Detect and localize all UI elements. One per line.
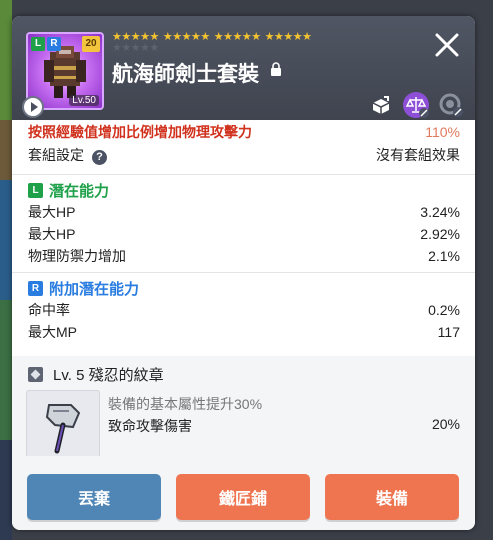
stat-value: 沒有套組效果	[376, 147, 460, 163]
star-icon: ★	[181, 31, 192, 43]
axe-icon	[45, 404, 81, 454]
stat-label: 套組設定	[28, 147, 84, 163]
star-icon: ★	[264, 31, 275, 43]
star-icon: ★	[274, 31, 284, 43]
item-tooltip-panel: L R 20 Lv.50 ★★★★★ ★★★★★ ★★★★★ ★★★★★ ★★★★★ 航…	[12, 16, 475, 530]
stat-value: 2.1%	[428, 248, 460, 264]
upgrade-level-badge: 20	[82, 36, 100, 52]
divider	[12, 174, 475, 175]
emblem-section: Lv. 5 殘忍的紋章 裝備的基本屬性提升30% 致命攻擊傷害 20%	[12, 356, 475, 462]
star-icon: ★	[191, 31, 201, 43]
emblem-image	[26, 390, 100, 462]
stat-label: 致命攻擊傷害	[108, 418, 192, 434]
item-header: L R 20 Lv.50 ★★★★★ ★★★★★ ★★★★★ ★★★★★ ★★★★★ 航…	[12, 16, 475, 120]
stat-value: 117	[437, 324, 460, 340]
stat-value: 110%	[425, 124, 460, 140]
star-icon: ★	[200, 31, 210, 43]
star-icon: ★	[140, 42, 150, 54]
potential-section-title: L 潛在能力	[28, 180, 109, 201]
stat-label: 按照經驗值增加比例增加物理攻擊力	[28, 124, 252, 140]
help-icon[interactable]: ?	[92, 150, 107, 165]
section-title-text: 附加潛在能力	[49, 281, 140, 298]
exp-attack-row: 按照經驗值增加比例增加物理攻擊力 110%	[28, 122, 460, 142]
set-effect-row: 套組設定? 沒有套組效果	[28, 145, 460, 165]
stat-value: 0.2%	[428, 302, 460, 318]
star-icon: ★	[251, 31, 261, 43]
divider	[12, 272, 475, 273]
emblem-type-icon	[28, 367, 43, 382]
star-icon: ★	[302, 31, 312, 43]
stat-label: 最大MP	[28, 324, 77, 340]
stat-value: 3.24%	[420, 204, 460, 220]
background-stripe	[0, 180, 12, 300]
stat-label: 最大HP	[28, 226, 76, 242]
star-icon: ★	[223, 31, 233, 43]
additional-icon: R	[28, 281, 43, 296]
potential-line: 最大HP 2.92%	[28, 224, 460, 244]
emblem-title-text: Lv. 5 殘忍的紋章	[53, 367, 164, 384]
emblem-description: 裝備的基本屬性提升30%	[108, 396, 263, 412]
star-icon: ★	[172, 31, 182, 43]
potential-badge: L	[31, 37, 45, 51]
stat-label: 最大HP	[28, 204, 76, 220]
stat-label: 物理防禦力增加	[28, 248, 126, 264]
stat-value: 20%	[431, 416, 460, 432]
stat-value: 2.92%	[420, 226, 460, 242]
emblem-title: Lv. 5 殘忍的紋章	[28, 364, 164, 385]
set-label-wrap: 套組設定?	[28, 145, 107, 165]
lock-icon	[271, 62, 281, 76]
star-icon: ★	[162, 31, 173, 43]
close-icon[interactable]	[432, 30, 462, 60]
additional-line: 命中率 0.2%	[28, 300, 460, 320]
play-icon[interactable]	[22, 96, 44, 118]
potential-line: 最大HP 3.24%	[28, 202, 460, 222]
potential-line: 物理防禦力增加 2.1%	[28, 246, 460, 266]
stat-label: 命中率	[28, 302, 70, 318]
background-stripe	[0, 440, 12, 540]
star-icon: ★	[130, 42, 141, 54]
item-details: 按照經驗值增加比例增加物理攻擊力 110% 套組設定? 沒有套組效果 L 潛在能…	[12, 120, 475, 530]
additional-line: 最大MP 117	[28, 322, 460, 342]
scale-icon[interactable]	[402, 91, 430, 119]
additional-section-title: R 附加潛在能力	[28, 278, 139, 299]
star-icon: ★	[121, 42, 131, 54]
emblem-stat-row: 致命攻擊傷害 20%	[108, 416, 460, 436]
star-icon: ★	[112, 42, 122, 54]
background-stripe	[0, 300, 12, 440]
settings-icon[interactable]	[438, 92, 464, 118]
star-icon: ★	[241, 31, 252, 43]
action-bar: 丟棄 鐵匠鋪 裝備	[12, 456, 475, 530]
star-icon: ★	[149, 42, 160, 54]
additional-badge: R	[47, 37, 61, 51]
potential-icon: L	[28, 183, 43, 198]
background-stripe	[0, 0, 12, 120]
discard-button[interactable]: 丟棄	[27, 474, 161, 520]
blacksmith-button[interactable]: 鐵匠鋪	[176, 474, 310, 520]
required-level: Lv.50	[69, 95, 99, 106]
star-icon: ★	[283, 31, 293, 43]
star-icon: ★	[213, 31, 224, 43]
section-title-text: 潛在能力	[49, 183, 110, 200]
background-stripe	[0, 120, 12, 180]
star-icon: ★	[232, 31, 243, 43]
star-icon: ★	[292, 31, 303, 43]
item-name: 航海師劍士套裝	[112, 63, 259, 86]
star-force-rating: ★★★★★ ★★★★★ ★★★★★ ★★★★★ ★★★★★	[112, 32, 362, 54]
share-icon[interactable]	[370, 94, 392, 116]
equip-button[interactable]: 裝備	[325, 474, 459, 520]
